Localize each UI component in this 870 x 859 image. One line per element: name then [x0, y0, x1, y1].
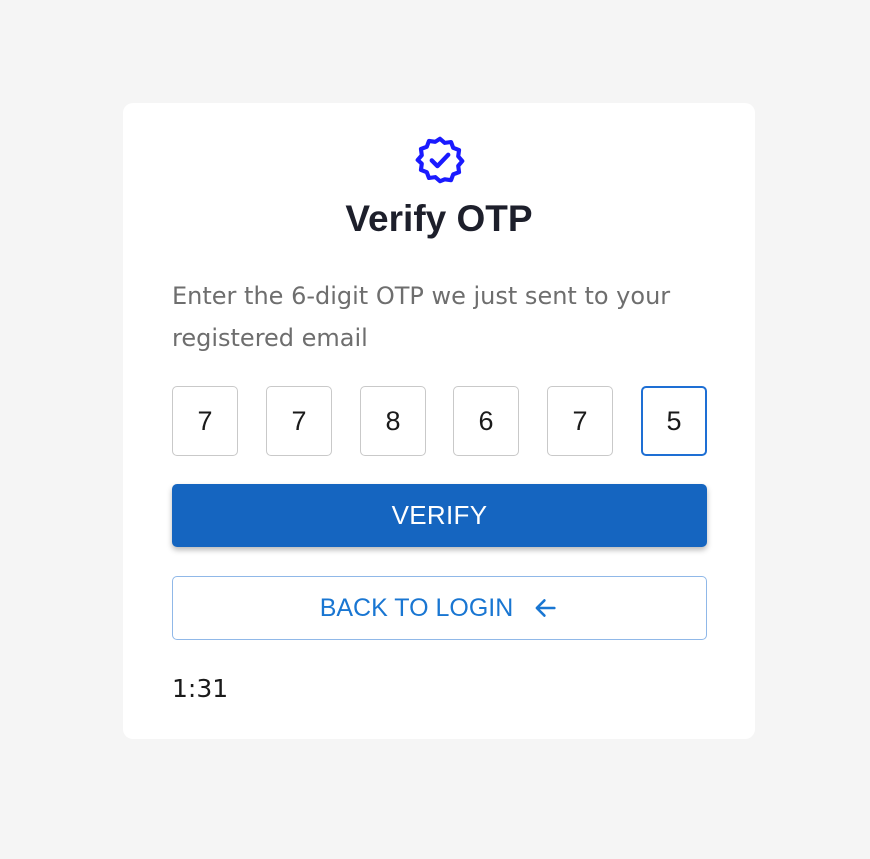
otp-digit-3[interactable] — [360, 386, 426, 456]
arrow-left-icon — [535, 599, 556, 617]
otp-digit-2[interactable] — [266, 386, 332, 456]
verify-button[interactable]: VERIFY — [172, 484, 707, 547]
otp-card: Verify OTP Enter the 6-digit OTP we just… — [123, 103, 755, 739]
otp-input-group — [172, 386, 707, 456]
instructions-text: Enter the 6-digit OTP we just sent to yo… — [172, 282, 671, 352]
page-title: Verify OTP — [345, 198, 533, 239]
back-to-login-label: BACK TO LOGIN — [319, 593, 514, 622]
otp-digit-4[interactable] — [453, 386, 519, 456]
otp-digit-6[interactable] — [641, 386, 707, 456]
otp-digit-1[interactable] — [172, 386, 238, 456]
back-to-login-button[interactable]: BACK TO LOGIN — [172, 576, 707, 640]
otp-digit-5[interactable] — [547, 386, 613, 456]
verified-badge-icon — [415, 136, 465, 184]
resend-countdown-timer: 1:31 — [172, 674, 229, 703]
